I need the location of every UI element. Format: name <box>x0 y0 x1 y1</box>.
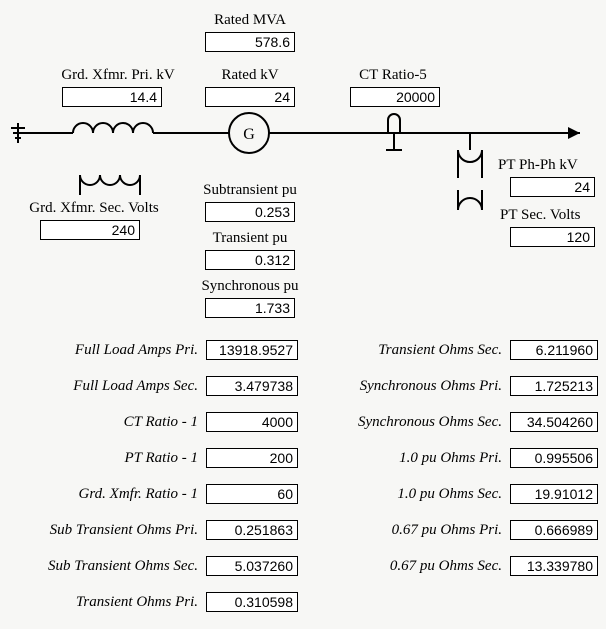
left-row-label: PT Ratio - 1 <box>11 450 206 467</box>
left-row-field[interactable] <box>206 484 298 504</box>
right-row: Transient Ohms Sec. <box>300 340 598 360</box>
left-row-label: CT Ratio - 1 <box>11 414 206 431</box>
right-row-field[interactable] <box>510 484 598 504</box>
left-row: PT Ratio - 1 <box>0 448 298 468</box>
right-row-label: 0.67 pu Ohms Sec. <box>315 558 510 575</box>
right-row-label: 1.0 pu Ohms Sec. <box>315 486 510 503</box>
right-row-label: Synchronous Ohms Sec. <box>315 414 510 431</box>
right-row-label: 1.0 pu Ohms Pri. <box>315 450 510 467</box>
right-row: 1.0 pu Ohms Pri. <box>300 448 598 468</box>
right-row-field[interactable] <box>510 520 598 540</box>
left-row-field[interactable] <box>206 556 298 576</box>
right-row-label: Transient Ohms Sec. <box>315 342 510 359</box>
right-row-field[interactable] <box>510 376 598 396</box>
left-row-label: Transient Ohms Pri. <box>11 594 206 611</box>
right-row-field[interactable] <box>510 556 598 576</box>
right-row: 1.0 pu Ohms Sec. <box>300 484 598 504</box>
synchronous-field[interactable] <box>205 298 295 318</box>
left-row-label: Full Load Amps Sec. <box>11 378 206 395</box>
left-row: Full Load Amps Sec. <box>0 376 298 396</box>
left-row: Full Load Amps Pri. <box>0 340 298 360</box>
left-row-field[interactable] <box>206 592 298 612</box>
right-row-label: Synchronous Ohms Pri. <box>315 378 510 395</box>
left-row-label: Grd. Xmfr. Ratio - 1 <box>11 486 206 503</box>
left-row-label: Sub Transient Ohms Pri. <box>11 522 206 539</box>
right-row-field[interactable] <box>510 448 598 468</box>
left-row: Sub Transient Ohms Sec. <box>0 556 298 576</box>
left-row-field[interactable] <box>206 412 298 432</box>
right-row-label: 0.67 pu Ohms Pri. <box>315 522 510 539</box>
right-row: 0.67 pu Ohms Pri. <box>300 520 598 540</box>
synchronous-label: Synchronous pu <box>190 278 310 295</box>
left-row: Sub Transient Ohms Pri. <box>0 520 298 540</box>
schematic-diagram: G <box>0 0 606 260</box>
left-row-field[interactable] <box>206 520 298 540</box>
generator-symbol: G <box>243 126 255 143</box>
left-row-field[interactable] <box>206 448 298 468</box>
right-row: Synchronous Ohms Sec. <box>300 412 598 432</box>
left-row: Grd. Xmfr. Ratio - 1 <box>0 484 298 504</box>
right-row-field[interactable] <box>510 340 598 360</box>
left-row: CT Ratio - 1 <box>0 412 298 432</box>
left-row-field[interactable] <box>206 340 298 360</box>
left-row-label: Sub Transient Ohms Sec. <box>11 558 206 575</box>
left-row-label: Full Load Amps Pri. <box>11 342 206 359</box>
right-row-field[interactable] <box>510 412 598 432</box>
left-row-field[interactable] <box>206 376 298 396</box>
right-row: Synchronous Ohms Pri. <box>300 376 598 396</box>
right-row: 0.67 pu Ohms Sec. <box>300 556 598 576</box>
left-row: Transient Ohms Pri. <box>0 592 298 612</box>
